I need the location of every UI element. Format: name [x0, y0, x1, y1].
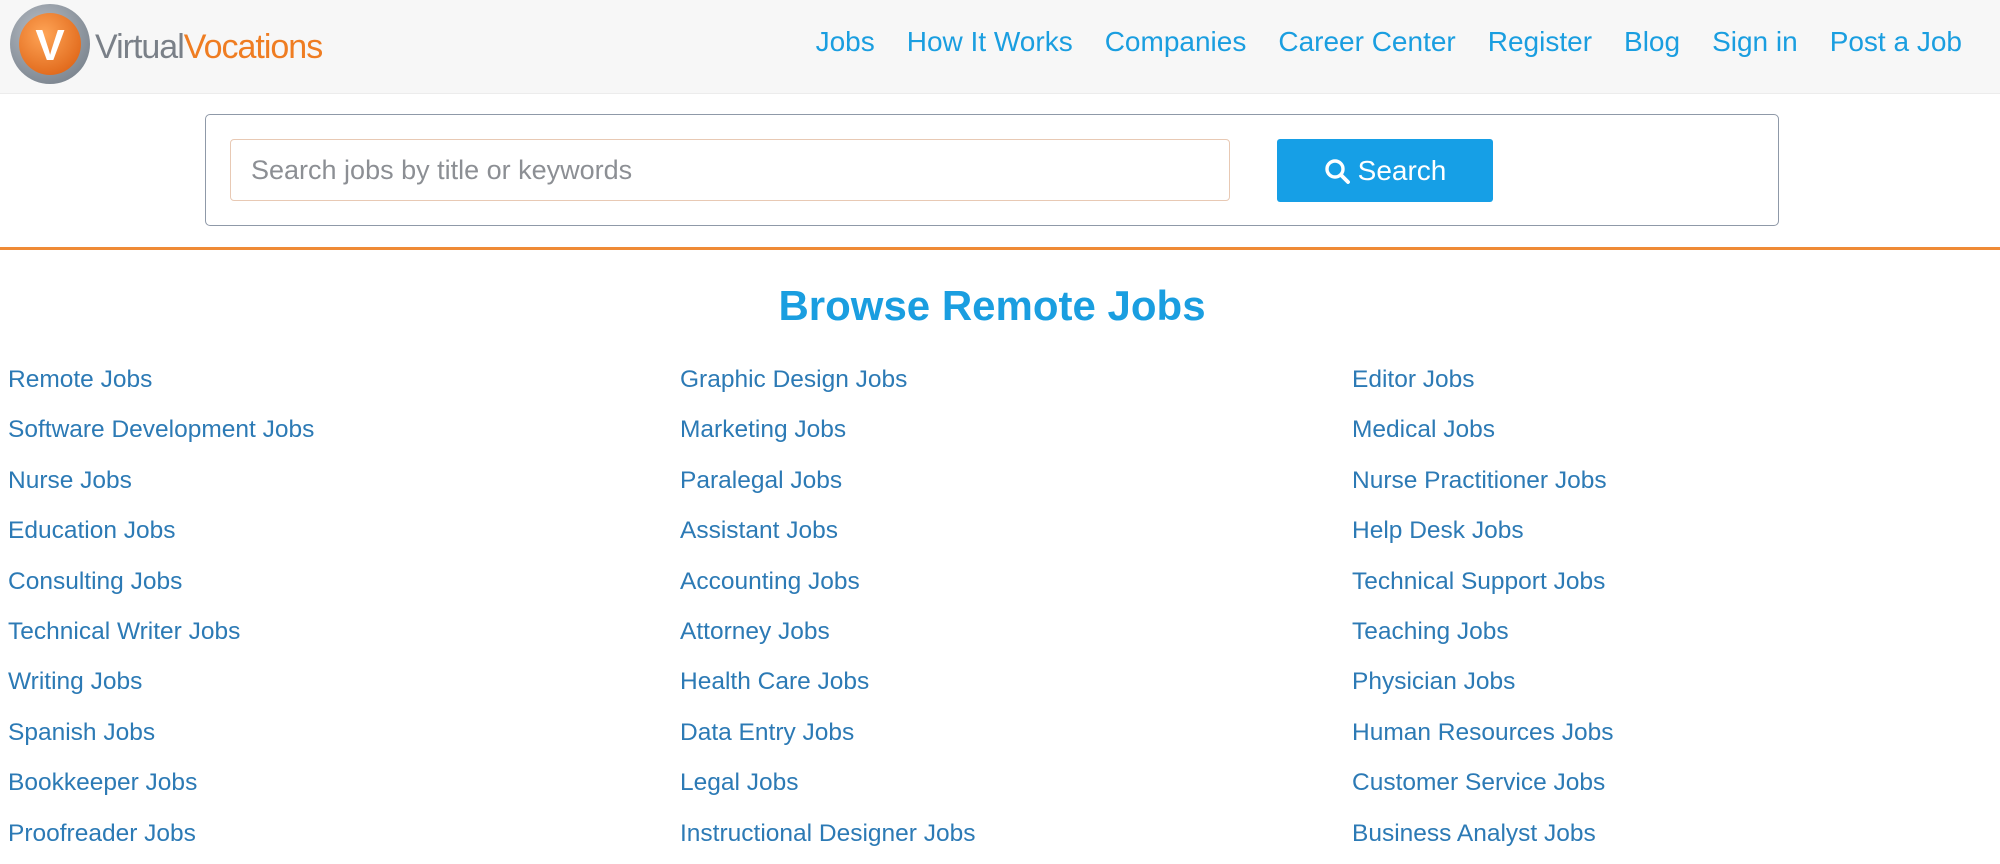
nav-post-a-job[interactable]: Post a Job: [1830, 26, 1962, 58]
job-category-column-3: Editor Jobs Medical Jobs Nurse Practitio…: [1352, 360, 1613, 864]
job-category-link[interactable]: Software Development Jobs: [8, 416, 314, 443]
job-category-link[interactable]: Instructional Designer Jobs: [680, 820, 976, 847]
list-item: Human Resources Jobs: [1352, 713, 1613, 763]
job-category-link[interactable]: Editor Jobs: [1352, 366, 1475, 393]
site-logo[interactable]: V VirtualVocations: [9, 3, 323, 85]
logo-word-vocations: Vocations: [183, 28, 323, 66]
search-button-label: Search: [1357, 154, 1447, 186]
logo-badge-icon: V: [10, 4, 90, 84]
nav-companies[interactable]: Companies: [1105, 26, 1247, 58]
job-category-link[interactable]: Proofreader Jobs: [8, 820, 196, 847]
job-category-link[interactable]: Marketing Jobs: [680, 416, 846, 443]
list-item: Nurse Jobs: [8, 461, 314, 511]
job-category-link[interactable]: Data Entry Jobs: [680, 719, 854, 746]
job-category-link[interactable]: Assistant Jobs: [680, 517, 838, 544]
job-category-link[interactable]: Business Analyst Jobs: [1352, 820, 1596, 847]
list-item: Technical Writer Jobs: [8, 612, 314, 662]
job-category-link[interactable]: Customer Service Jobs: [1352, 769, 1605, 796]
job-category-link[interactable]: Help Desk Jobs: [1352, 517, 1524, 544]
search-button[interactable]: Search: [1277, 139, 1493, 202]
job-category-link[interactable]: Spanish Jobs: [8, 719, 155, 746]
list-item: Technical Support Jobs: [1352, 562, 1613, 612]
job-category-column-1: Remote Jobs Software Development Jobs Nu…: [8, 360, 314, 864]
job-category-link[interactable]: Attorney Jobs: [680, 618, 830, 645]
list-item: Customer Service Jobs: [1352, 763, 1613, 813]
nav-career-center[interactable]: Career Center: [1278, 26, 1455, 58]
job-category-link[interactable]: Education Jobs: [8, 517, 176, 544]
list-item: Physician Jobs: [1352, 662, 1613, 712]
list-item: Instructional Designer Jobs: [680, 814, 976, 864]
job-category-link[interactable]: Graphic Design Jobs: [680, 366, 907, 393]
list-item: Software Development Jobs: [8, 410, 314, 460]
list-item: Consulting Jobs: [8, 562, 314, 612]
svg-text:V: V: [35, 21, 65, 70]
search-band: Search: [0, 94, 2000, 250]
list-item: Paralegal Jobs: [680, 461, 976, 511]
list-item: Accounting Jobs: [680, 562, 976, 612]
list-item: Editor Jobs: [1352, 360, 1613, 410]
list-item: Proofreader Jobs: [8, 814, 314, 864]
job-category-link[interactable]: Consulting Jobs: [8, 568, 182, 595]
list-item: Graphic Design Jobs: [680, 360, 976, 410]
job-category-link[interactable]: Accounting Jobs: [680, 568, 860, 595]
search-icon: [1324, 158, 1350, 184]
list-item: Legal Jobs: [680, 763, 976, 813]
list-item: Business Analyst Jobs: [1352, 814, 1613, 864]
list-item: Nurse Practitioner Jobs: [1352, 461, 1613, 511]
main-nav: Jobs How It Works Companies Career Cente…: [784, 22, 1962, 62]
list-item: Marketing Jobs: [680, 410, 976, 460]
logo-wordmark: VirtualVocations: [95, 28, 323, 66]
browse-title: Browse Remote Jobs: [778, 282, 1206, 329]
nav-how-it-works[interactable]: How It Works: [907, 26, 1073, 58]
job-category-link[interactable]: Physician Jobs: [1352, 668, 1515, 695]
list-item: Help Desk Jobs: [1352, 511, 1613, 561]
list-item: Bookkeeper Jobs: [8, 763, 314, 813]
job-category-link[interactable]: Technical Support Jobs: [1352, 568, 1605, 595]
list-item: Teaching Jobs: [1352, 612, 1613, 662]
list-item: Spanish Jobs: [8, 713, 314, 763]
logo-word-virtual: Virtual: [95, 28, 185, 66]
list-item: Data Entry Jobs: [680, 713, 976, 763]
nav-register[interactable]: Register: [1488, 26, 1592, 58]
list-item: Writing Jobs: [8, 662, 314, 712]
nav-blog[interactable]: Blog: [1624, 26, 1680, 58]
search-panel: Search: [205, 114, 1779, 226]
job-category-link[interactable]: Remote Jobs: [8, 366, 152, 393]
list-item: Attorney Jobs: [680, 612, 976, 662]
job-category-link[interactable]: Nurse Practitioner Jobs: [1352, 467, 1607, 494]
search-input[interactable]: [230, 139, 1230, 201]
job-category-column-2: Graphic Design Jobs Marketing Jobs Paral…: [680, 360, 976, 864]
list-item: Remote Jobs: [8, 360, 314, 410]
job-category-link[interactable]: Writing Jobs: [8, 668, 142, 695]
nav-sign-in[interactable]: Sign in: [1712, 26, 1798, 58]
job-category-link[interactable]: Technical Writer Jobs: [8, 618, 240, 645]
list-item: Health Care Jobs: [680, 662, 976, 712]
job-category-link[interactable]: Medical Jobs: [1352, 416, 1495, 443]
list-item: Assistant Jobs: [680, 511, 976, 561]
job-category-link[interactable]: Bookkeeper Jobs: [8, 769, 197, 796]
nav-jobs[interactable]: Jobs: [816, 26, 875, 58]
list-item: Education Jobs: [8, 511, 314, 561]
job-category-link[interactable]: Nurse Jobs: [8, 467, 132, 494]
top-header: V VirtualVocations Jobs How It Works Com…: [0, 0, 2000, 94]
job-category-link[interactable]: Teaching Jobs: [1352, 618, 1509, 645]
list-item: Medical Jobs: [1352, 410, 1613, 460]
job-category-link[interactable]: Health Care Jobs: [680, 668, 869, 695]
job-category-link[interactable]: Human Resources Jobs: [1352, 719, 1613, 746]
job-category-link[interactable]: Legal Jobs: [680, 769, 799, 796]
job-category-link[interactable]: Paralegal Jobs: [680, 467, 842, 494]
